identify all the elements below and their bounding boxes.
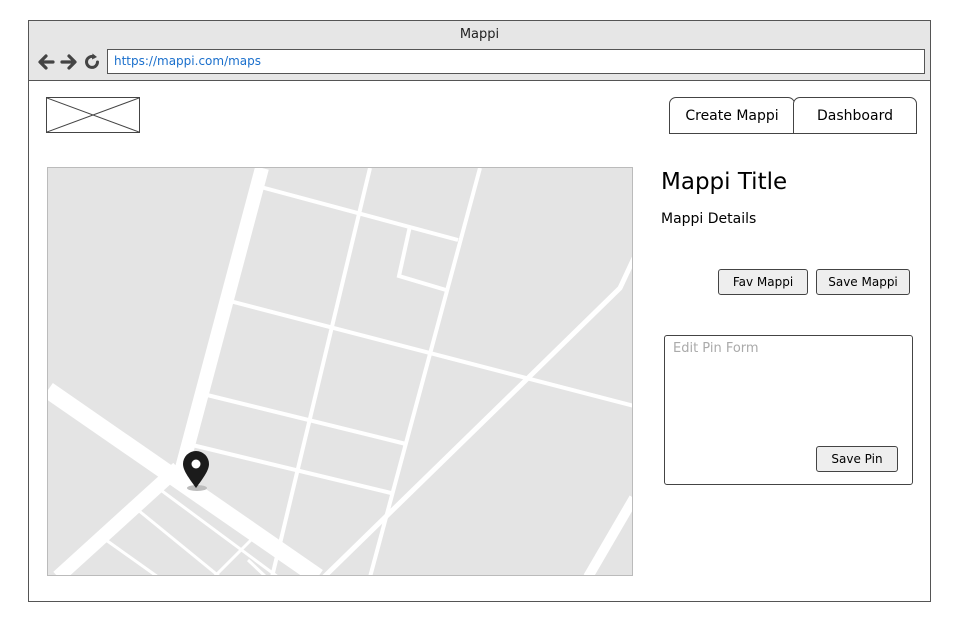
address-bar[interactable]: https://mappi.com/maps	[107, 49, 925, 74]
map-view[interactable]	[47, 167, 633, 576]
save-mappi-button[interactable]: Save Mappi	[816, 269, 910, 295]
browser-window: Mappi https://mappi.com/maps Create Mapp…	[28, 20, 931, 602]
edit-pin-form[interactable]: Edit Pin Form Save Pin	[664, 335, 913, 485]
dashboard-button[interactable]: Dashboard	[793, 97, 917, 134]
map-streets	[48, 168, 632, 575]
browser-toolbar: Mappi https://mappi.com/maps	[29, 21, 930, 81]
fav-mappi-button[interactable]: Fav Mappi	[718, 269, 808, 295]
reload-icon[interactable]	[82, 52, 102, 72]
address-bar-url: https://mappi.com/maps	[114, 54, 262, 68]
back-arrow-icon[interactable]	[36, 52, 56, 72]
create-mappi-button[interactable]: Create Mappi	[669, 97, 795, 134]
forward-arrow-icon[interactable]	[59, 52, 79, 72]
image-placeholder-icon	[47, 98, 139, 132]
save-pin-button[interactable]: Save Pin	[816, 446, 898, 472]
mappi-details: Mappi Details	[661, 211, 757, 227]
mappi-title: Mappi Title	[661, 169, 788, 195]
window-title: Mappi	[459, 27, 500, 42]
edit-pin-form-placeholder: Edit Pin Form	[673, 341, 759, 356]
logo-placeholder	[46, 97, 140, 133]
